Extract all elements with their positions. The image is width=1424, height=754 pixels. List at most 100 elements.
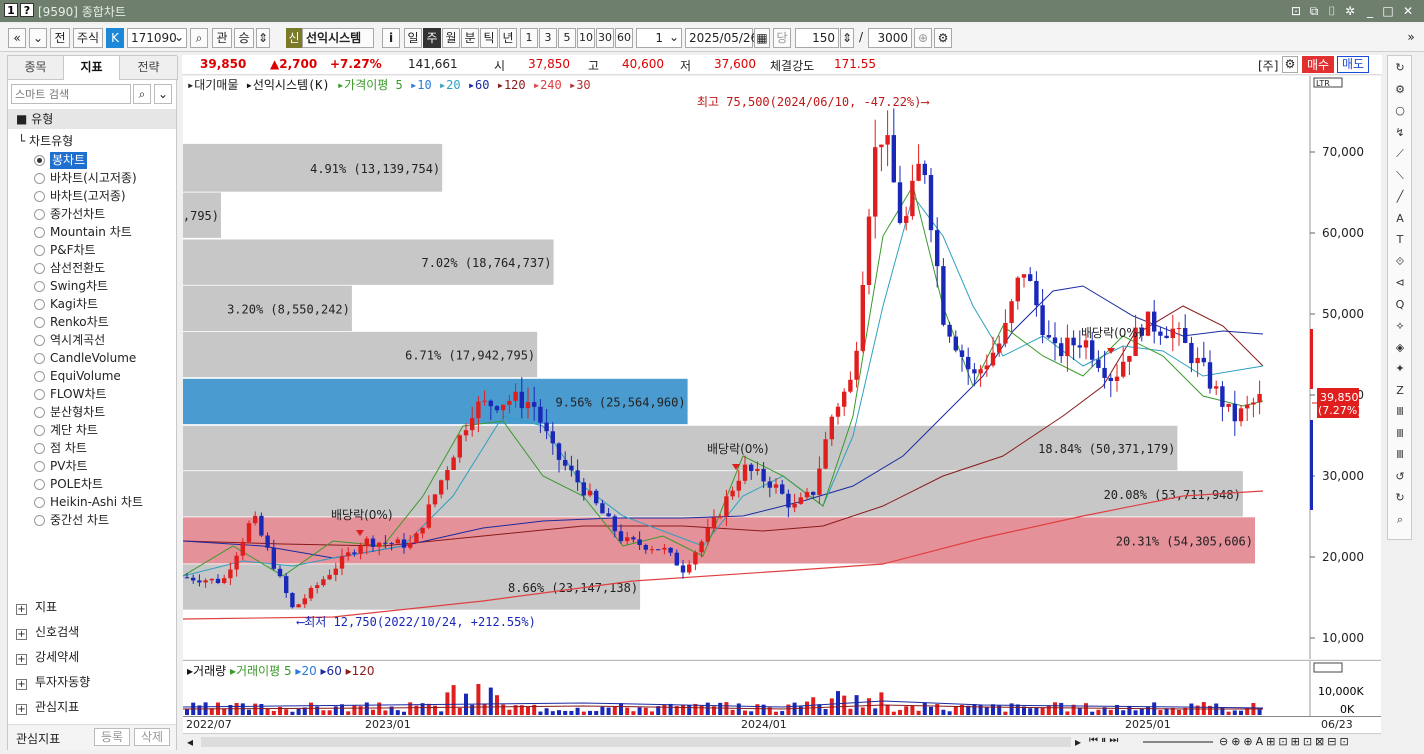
period-tab[interactable]: 년 <box>499 28 517 48</box>
chart-type-header[interactable]: └ 차트유형 <box>18 132 73 150</box>
zoom-icon[interactable]: ⟡ <box>1392 318 1408 334</box>
stock-name-field[interactable]: 선익시스템 <box>302 28 374 48</box>
maximize-button[interactable]: □ <box>1380 3 1396 19</box>
chart-type-item[interactable]: EquiVolume <box>34 368 121 385</box>
minute-button[interactable]: 3 <box>539 28 557 48</box>
type-section-header[interactable]: ■ 유형 <box>8 109 176 129</box>
price-chart[interactable]: ▸대기매물 ▸선익시스템(K) ▸가격이평 5 ▸10 ▸20 ▸60 ▸120… <box>96 76 1381 659</box>
expand-icon[interactable]: + <box>16 654 27 665</box>
expand-icon[interactable]: + <box>16 704 27 715</box>
collapse-icon[interactable]: ⌄ <box>154 84 172 104</box>
dropdown-icon[interactable]: ⌄ <box>29 28 47 48</box>
window-number-icon[interactable]: 1 <box>4 3 18 17</box>
radio-icon[interactable] <box>34 353 45 364</box>
chart-type-item[interactable]: POLE차트 <box>34 476 103 493</box>
gwan-button[interactable]: 관 <box>212 28 232 48</box>
chart-type-item[interactable]: Kagi차트 <box>34 296 98 313</box>
chart-type-item[interactable]: Heikin-Ashi 차트 <box>34 494 143 511</box>
text-icon[interactable]: T <box>1392 232 1408 248</box>
radio-icon[interactable] <box>34 425 45 436</box>
help-icon[interactable]: ? <box>20 3 34 17</box>
camera-icon[interactable]: ⌷ <box>1324 3 1340 19</box>
circle-icon[interactable]: ○ <box>1392 103 1408 119</box>
minute-button[interactable]: 10 <box>577 28 595 48</box>
radio-icon[interactable] <box>34 281 45 292</box>
ray-icon[interactable]: ⟍ <box>1392 168 1408 184</box>
radio-icon[interactable] <box>34 497 45 508</box>
smart-search-input[interactable] <box>11 84 131 104</box>
chart-type-item[interactable]: P&F차트 <box>34 242 96 259</box>
total-input[interactable]: 3000 <box>868 28 912 48</box>
expand-icon[interactable]: + <box>16 679 27 690</box>
calendar-icon[interactable]: ▦ <box>754 28 770 48</box>
indicator-group[interactable]: + 신호검색 <box>16 622 79 642</box>
radio-icon[interactable] <box>34 209 45 220</box>
radio-icon[interactable] <box>34 335 45 346</box>
zoom-add-icon[interactable]: ⊕ <box>914 28 932 48</box>
radio-icon[interactable] <box>34 173 45 184</box>
stock-type-button[interactable]: 주식 <box>73 28 103 48</box>
radio-icon[interactable] <box>34 407 45 418</box>
settings-icon[interactable]: ✲ <box>1342 3 1358 19</box>
radio-icon[interactable] <box>34 299 45 310</box>
tab-indicator[interactable]: 지표 <box>64 56 120 80</box>
chart-type-item[interactable]: 봉차트 <box>34 152 88 169</box>
period-tab[interactable]: 주 <box>423 28 441 48</box>
radio-icon[interactable] <box>34 155 45 166</box>
minute-button[interactable]: 60 <box>615 28 633 48</box>
fib-icon[interactable]: ◈ <box>1392 340 1408 356</box>
spinner-icon[interactable]: ⇕ <box>256 28 270 48</box>
chart-type-item[interactable]: 삼선전환도 <box>34 260 105 277</box>
period-tab[interactable]: 틱 <box>480 28 498 48</box>
cross-icon[interactable]: ↯ <box>1392 125 1408 141</box>
bar-count-input[interactable]: 150 <box>795 28 839 48</box>
buy-button[interactable]: 매수 <box>1302 56 1334 73</box>
register-button[interactable]: 등록 <box>94 728 130 746</box>
redo-icon[interactable]: ↻ <box>1392 490 1408 506</box>
chevron-down-icon[interactable]: ⌄ <box>171 28 187 48</box>
radio-icon[interactable] <box>34 263 45 274</box>
radio-icon[interactable] <box>34 515 45 526</box>
arrow-icon[interactable]: ⊲ <box>1392 275 1408 291</box>
layout-icon[interactable]: ⊡ <box>1288 3 1304 19</box>
refresh-icon[interactable]: ↻ <box>1392 60 1408 76</box>
chart-type-item[interactable]: 분산형차트 <box>34 404 105 421</box>
undo-icon[interactable]: ↺ <box>1392 469 1408 485</box>
info-button[interactable]: i <box>382 28 400 48</box>
chart-type-item[interactable]: Mountain 차트 <box>34 224 132 241</box>
expand-icon[interactable]: + <box>16 604 27 615</box>
period-tab[interactable]: 월 <box>442 28 460 48</box>
radio-icon[interactable] <box>34 371 45 382</box>
minute-button[interactable]: 30 <box>596 28 614 48</box>
date-input[interactable]: 2025/05/26 <box>685 28 758 48</box>
pattern-icon[interactable]: ⟐ <box>1392 254 1408 270</box>
search-icon[interactable]: ⌕ <box>133 84 151 104</box>
delete-button[interactable]: 삭제 <box>134 728 170 746</box>
trendline-icon[interactable]: ╱ <box>1392 189 1408 205</box>
chart-type-item[interactable]: Renko차트 <box>34 314 109 331</box>
chart-type-item[interactable]: 바차트(고저종) <box>34 188 126 205</box>
chart-type-item[interactable]: Swing차트 <box>34 278 108 295</box>
scroll-track[interactable] <box>201 737 1071 747</box>
close-button[interactable]: ✕ <box>1400 3 1416 19</box>
period-tab[interactable]: 일 <box>404 28 422 48</box>
copy-icon[interactable]: ⧉ <box>1306 3 1322 19</box>
radio-icon[interactable] <box>34 227 45 238</box>
count-dropdown-icon[interactable]: ⌄ <box>666 28 682 48</box>
scroll-left-button[interactable]: ◂ <box>187 735 193 749</box>
expand-button[interactable]: » <box>1404 28 1418 48</box>
tab-stock[interactable]: 종목 <box>8 56 64 80</box>
market-k-button[interactable]: K <box>106 28 124 48</box>
scroll-right-button[interactable]: ▸ <box>1075 735 1081 749</box>
bars-icon[interactable]: Ⅲ <box>1392 404 1408 420</box>
volume-chart[interactable]: ▸거래량 ▸거래이평 5 ▸20 ▸60 ▸120 10,000K 0K <box>182 660 1381 717</box>
expand-icon[interactable]: + <box>16 629 27 640</box>
zigzag-icon[interactable]: Z <box>1392 383 1408 399</box>
line-icon[interactable]: ⟋ <box>1392 146 1408 162</box>
auto-icon[interactable]: A <box>1392 211 1408 227</box>
tab-strategy[interactable]: 전략 <box>120 56 178 80</box>
bars-icon[interactable]: Ⅲ <box>1392 447 1408 463</box>
dang-button[interactable]: 당 <box>773 28 791 48</box>
zoom-slider[interactable] <box>1143 741 1213 743</box>
chart-type-item[interactable]: CandleVolume <box>34 350 136 367</box>
